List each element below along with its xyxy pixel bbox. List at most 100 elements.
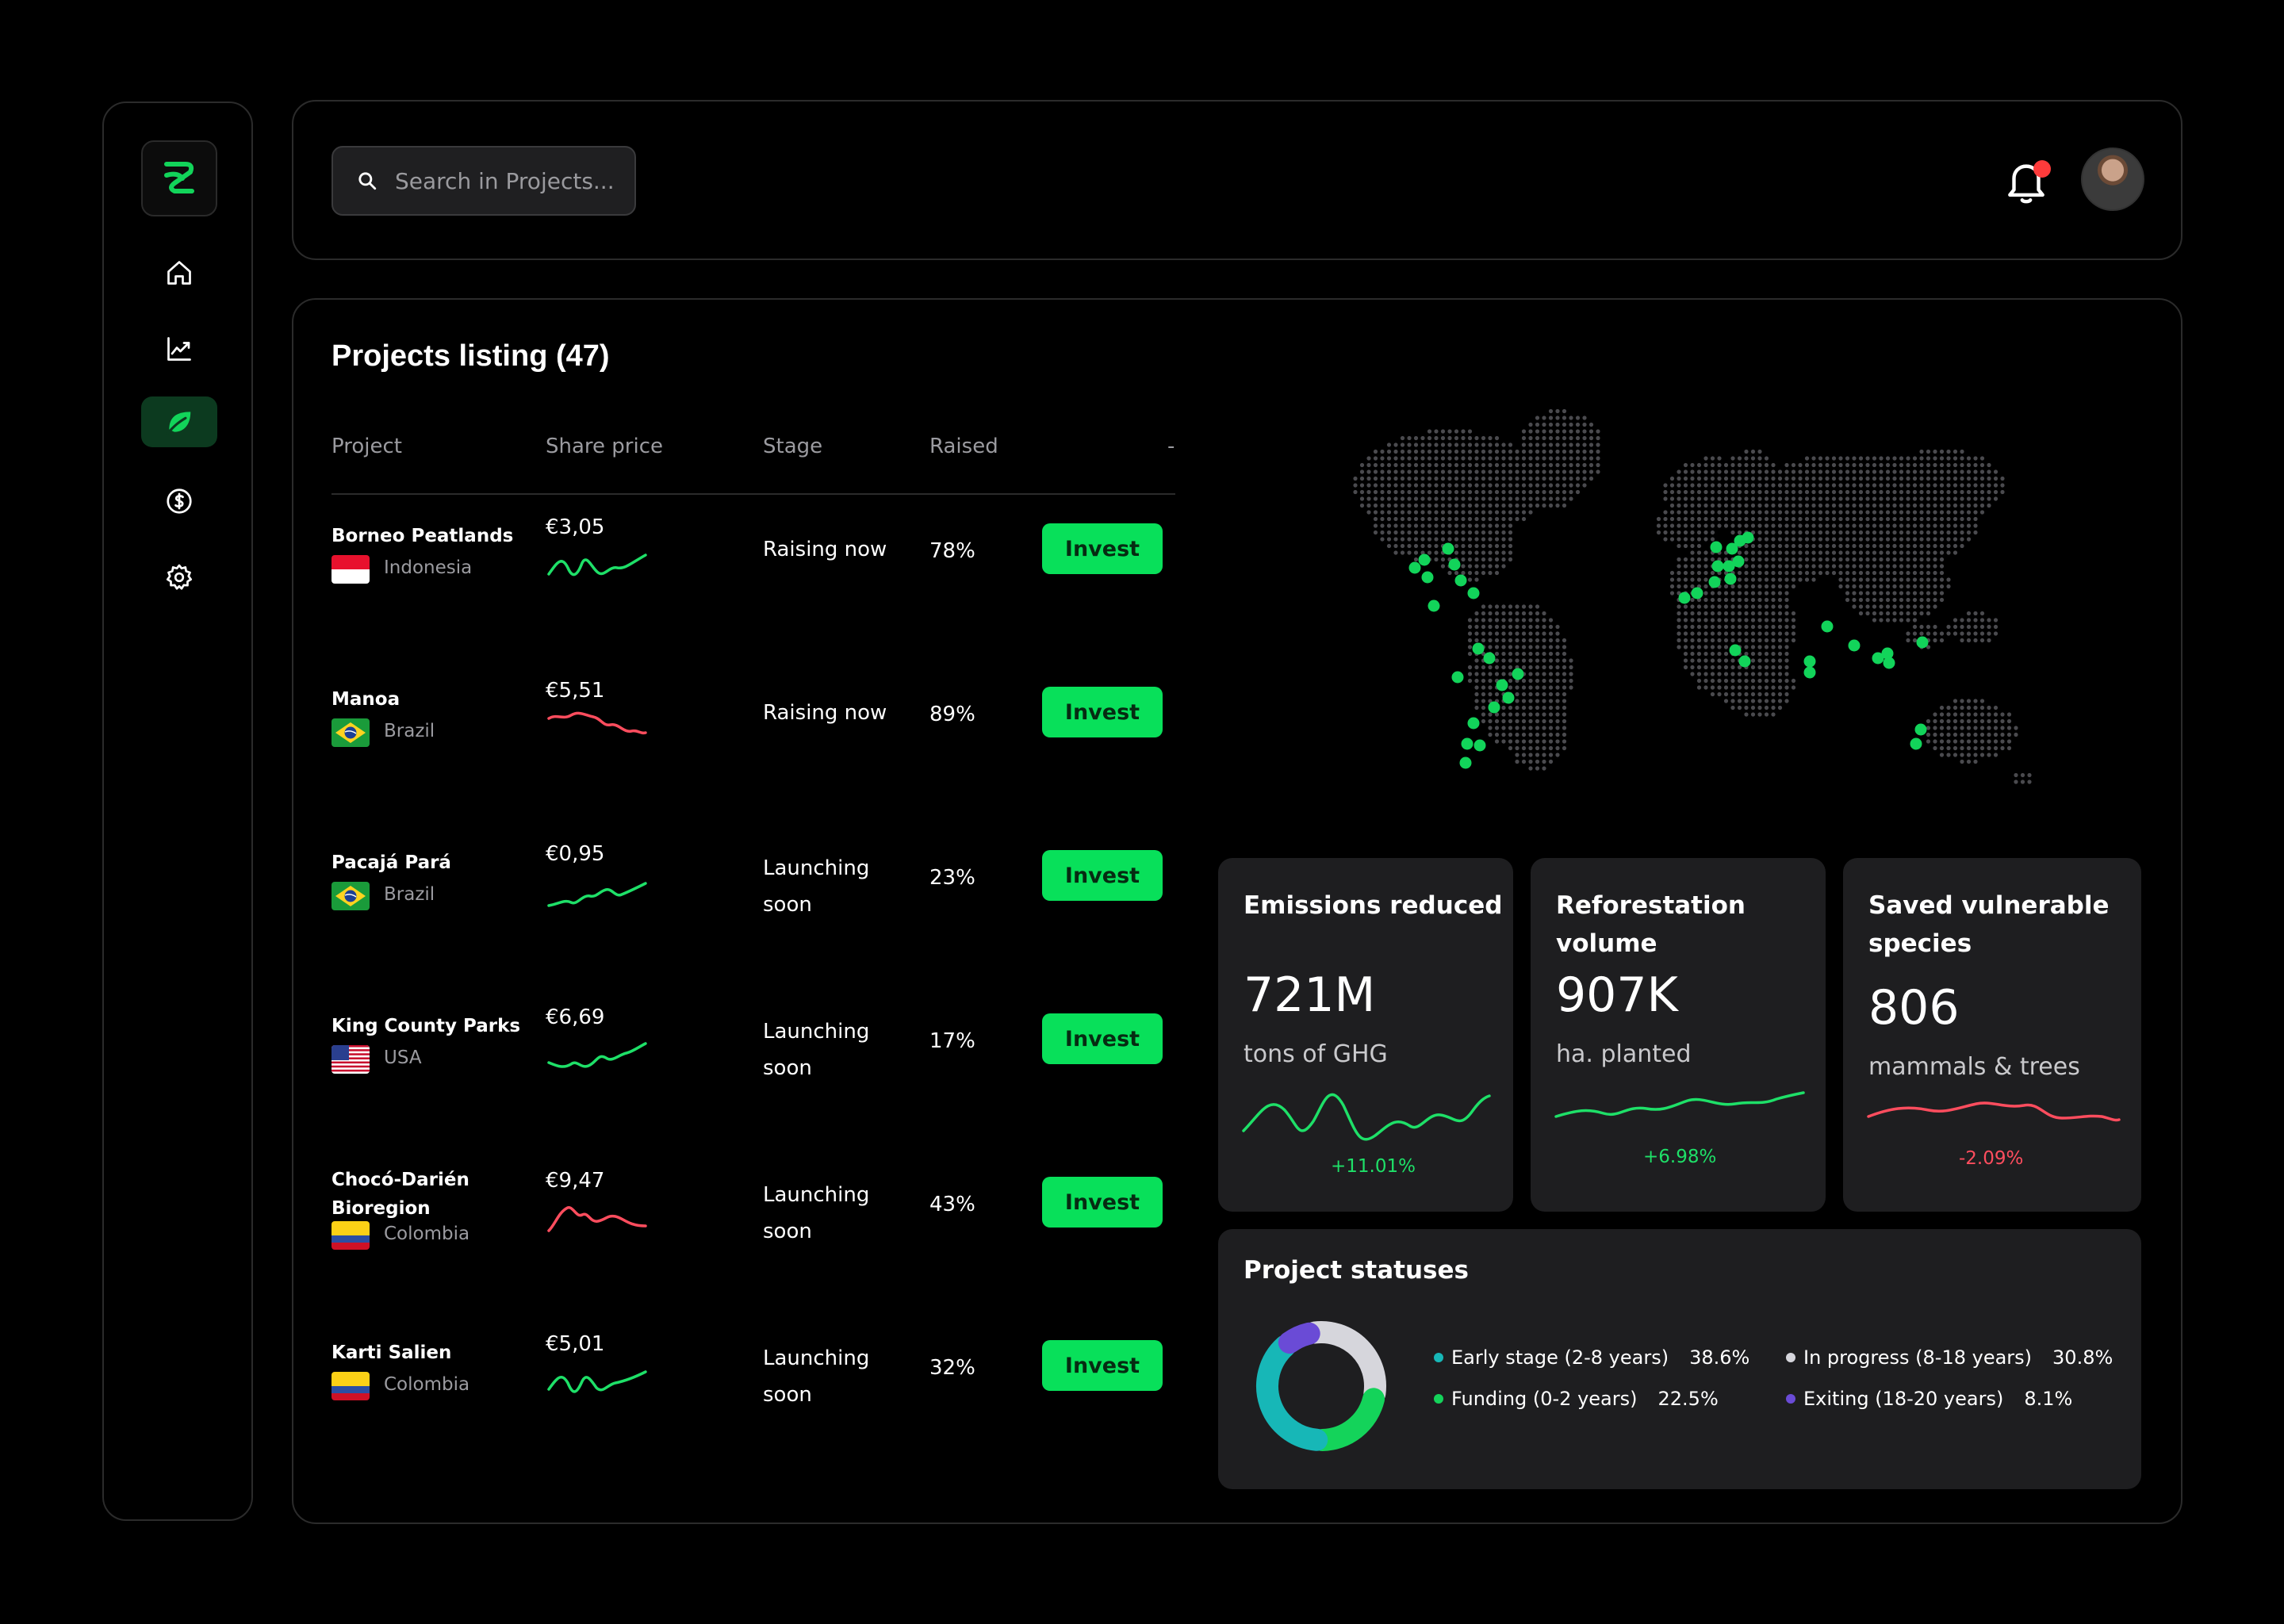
sidebar-item-home[interactable] bbox=[141, 247, 217, 298]
sidebar-item-settings[interactable] bbox=[141, 552, 217, 603]
search-box[interactable] bbox=[331, 146, 636, 216]
project-name: Chocó-Darién Bioregion bbox=[331, 1170, 469, 1219]
map-dot bbox=[1723, 523, 1729, 528]
map-dot bbox=[1548, 496, 1554, 501]
map-dot bbox=[1508, 732, 1513, 737]
map-dot bbox=[1764, 510, 1769, 515]
search-input[interactable] bbox=[395, 167, 633, 194]
map-dot bbox=[1717, 618, 1722, 622]
project-stage: Launching soon bbox=[763, 1183, 870, 1243]
map-dot bbox=[1879, 570, 1884, 576]
map-dot bbox=[1710, 604, 1715, 609]
map-dot bbox=[1757, 624, 1762, 630]
map-dot bbox=[1723, 597, 1729, 603]
map-dot bbox=[1474, 658, 1479, 663]
invest-button[interactable]: Invest bbox=[1042, 523, 1163, 574]
map-dot bbox=[1703, 591, 1708, 596]
invest-button[interactable]: Invest bbox=[1042, 1177, 1163, 1228]
map-dot bbox=[1447, 510, 1452, 515]
map-dot bbox=[1730, 705, 1735, 710]
map-dot bbox=[1535, 449, 1540, 454]
map-dot bbox=[1373, 489, 1378, 495]
map-dot bbox=[1548, 416, 1554, 420]
map-dot bbox=[1791, 537, 1796, 542]
map-dot bbox=[1528, 503, 1533, 508]
map-dot bbox=[1481, 611, 1486, 616]
invest-button[interactable]: Invest bbox=[1042, 687, 1163, 737]
sidebar-item-projects[interactable] bbox=[141, 396, 217, 447]
map-dot bbox=[1993, 745, 1998, 751]
map-dot bbox=[1555, 503, 1560, 508]
map-dot bbox=[1562, 739, 1567, 744]
map-dot bbox=[1757, 705, 1762, 710]
map-dot bbox=[1838, 543, 1843, 549]
map-dot bbox=[1919, 564, 1924, 569]
map-dot bbox=[1933, 570, 1937, 576]
map-dot bbox=[1696, 665, 1702, 670]
map-dot bbox=[1717, 503, 1722, 508]
map-dot bbox=[1791, 624, 1796, 630]
sidebar-item-finance[interactable] bbox=[141, 476, 217, 527]
map-dot bbox=[1508, 658, 1513, 663]
map-dot bbox=[1454, 510, 1459, 515]
map-dot bbox=[1771, 462, 1776, 468]
map-dot bbox=[1912, 503, 1918, 508]
map-dot bbox=[1515, 631, 1519, 636]
map-dot bbox=[1542, 699, 1546, 703]
map-dot bbox=[1494, 550, 1500, 555]
map-dot bbox=[1427, 489, 1432, 495]
map-dot bbox=[1494, 726, 1500, 730]
map-dot bbox=[1939, 739, 1945, 744]
map-dot bbox=[1939, 732, 1945, 737]
map-dot bbox=[1953, 496, 1958, 501]
map-dot bbox=[1865, 469, 1870, 474]
map-dot bbox=[1359, 483, 1365, 488]
map-dot bbox=[1467, 516, 1473, 522]
map-dot bbox=[1811, 550, 1816, 555]
map-dot bbox=[1777, 483, 1783, 488]
map-dot bbox=[1393, 483, 1398, 488]
map-dot bbox=[1400, 449, 1405, 454]
map-dot bbox=[1710, 597, 1715, 603]
map-dot bbox=[1939, 597, 1945, 603]
map-dot bbox=[1926, 516, 1931, 522]
sidebar-item-analytics[interactable] bbox=[141, 324, 217, 374]
map-dot bbox=[1440, 435, 1446, 441]
map-dot bbox=[1757, 584, 1762, 589]
map-dot bbox=[1865, 584, 1870, 589]
map-dot bbox=[1946, 739, 1951, 744]
map-dot bbox=[1542, 429, 1546, 434]
map-dot bbox=[1858, 584, 1864, 589]
map-dot bbox=[1987, 638, 1991, 643]
map-dot bbox=[1879, 584, 1884, 589]
avatar[interactable] bbox=[2081, 147, 2144, 211]
map-dot bbox=[1494, 503, 1500, 508]
logo[interactable] bbox=[141, 140, 217, 216]
map-dot bbox=[1400, 456, 1405, 461]
map-dot bbox=[1737, 638, 1742, 643]
invest-button[interactable]: Invest bbox=[1042, 1340, 1163, 1391]
map-dot bbox=[1946, 462, 1951, 468]
map-dot bbox=[1750, 557, 1756, 562]
map-dot bbox=[1528, 658, 1533, 663]
map-dot bbox=[1730, 699, 1735, 703]
stat-sparkline bbox=[1867, 1101, 2121, 1122]
map-dot bbox=[1380, 523, 1385, 528]
map-dot bbox=[1690, 530, 1695, 535]
invest-button[interactable]: Invest bbox=[1042, 850, 1163, 901]
map-dot bbox=[1690, 672, 1695, 676]
map-dot bbox=[1386, 537, 1392, 542]
map-dot bbox=[1440, 429, 1446, 434]
map-pin bbox=[1803, 655, 1816, 668]
map-dot bbox=[1400, 476, 1405, 481]
map-dot bbox=[1933, 469, 1937, 474]
map-dot bbox=[1427, 469, 1432, 474]
map-dot bbox=[1488, 611, 1493, 616]
map-dot bbox=[1865, 577, 1870, 582]
map-dot bbox=[1703, 570, 1708, 576]
map-dot bbox=[1960, 618, 1964, 622]
project-name: Manoa bbox=[331, 689, 400, 710]
invest-button[interactable]: Invest bbox=[1042, 1013, 1163, 1064]
map-dot bbox=[1979, 483, 1985, 488]
price-sparkline bbox=[547, 711, 647, 735]
